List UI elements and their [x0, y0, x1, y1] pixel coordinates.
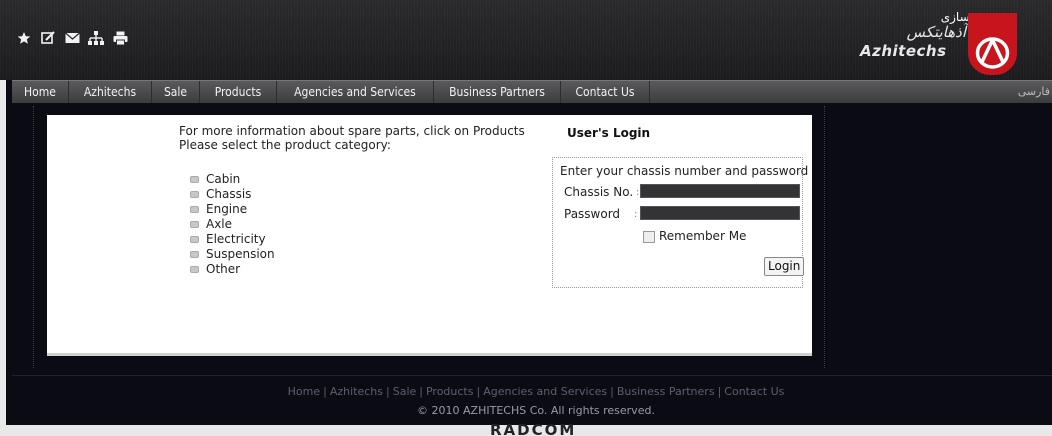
category-item-axle[interactable]: Axle	[190, 217, 275, 232]
footer-link-azhitechs[interactable]: Azhitechs	[330, 385, 383, 398]
copyright-text: © 2010 AZHITECHS Co. All rights reserved…	[417, 404, 655, 417]
edit-icon[interactable]	[40, 30, 56, 46]
footer-link-agencies[interactable]: Agencies and Services	[483, 385, 607, 398]
category-item-electricity[interactable]: Electricity	[190, 232, 275, 247]
footer-separator: |	[717, 385, 722, 398]
login-form: Enter your chassis number and password C…	[552, 157, 808, 288]
category-item-cabin[interactable]: Cabin	[190, 172, 275, 187]
footer-divider	[12, 375, 1052, 376]
password-label: Password	[564, 207, 621, 221]
nav-item-azhitechs[interactable]: Azhitechs	[69, 81, 152, 103]
nav-item-home[interactable]: Home	[12, 81, 69, 103]
category-item-engine[interactable]: Engine	[190, 202, 275, 217]
bullet-icon	[190, 221, 199, 228]
footer-links: Home | Azhitechs | Sale | Products | Agencies an…	[0, 385, 1052, 398]
bullet-icon	[190, 176, 199, 183]
footer-separator: |	[386, 385, 390, 398]
page: خودرو سازی آذهایتکس Azhitechs Home Azhit…	[0, 0, 1052, 436]
chassis-label: Chassis No.	[564, 185, 634, 199]
mail-icon[interactable]	[64, 30, 80, 46]
print-icon[interactable]	[112, 30, 128, 46]
footer-link-business-partners[interactable]: Business Partners	[617, 385, 715, 398]
category-label: Electricity	[206, 232, 266, 246]
remember-me-label[interactable]: Remember Me	[659, 229, 746, 243]
header-toolbar	[16, 30, 128, 46]
footer-separator: |	[419, 385, 423, 398]
logo-english-title[interactable]: Azhitechs	[860, 42, 947, 60]
category-item-other[interactable]: Other	[190, 262, 275, 277]
nav-item-products[interactable]: Products	[200, 81, 277, 103]
category-list: Cabin Chassis Engine Axle Electricity Su…	[190, 172, 275, 277]
footer-separator: |	[610, 385, 614, 398]
footer-separator: |	[323, 385, 327, 398]
footer-link-sale[interactable]: Sale	[393, 385, 417, 398]
nav-item-sale[interactable]: Sale	[152, 81, 200, 103]
nav-item-contact[interactable]: Contact Us	[561, 81, 650, 103]
logo-persian-title: آذهایتکس	[906, 23, 966, 41]
bullet-icon	[190, 236, 199, 243]
content-panel: For more information about spare parts, …	[47, 115, 812, 356]
bullet-icon	[190, 266, 199, 273]
footer-link-products[interactable]: Products	[426, 385, 474, 398]
chassis-number-input[interactable]	[640, 184, 800, 198]
favorite-star-icon[interactable]	[16, 30, 32, 46]
password-input[interactable]	[640, 206, 800, 220]
main-navigation: Home Azhitechs Sale Products Agencies an…	[12, 80, 1052, 103]
products-info: For more information about spare parts, …	[179, 124, 525, 152]
category-label: Engine	[206, 202, 248, 216]
bullet-icon	[190, 206, 199, 213]
site-header: خودرو سازی آذهایتکس Azhitechs	[0, 0, 1052, 80]
footer-separator: |	[476, 385, 481, 398]
footer-link-contact[interactable]: Contact Us	[724, 385, 784, 398]
bullet-icon	[190, 191, 199, 198]
remember-me-checkbox[interactable]	[643, 231, 655, 243]
chassis-colon: :	[636, 187, 640, 198]
designer-logo[interactable]: RADCOM	[490, 423, 576, 436]
brand-logo-icon[interactable]	[968, 13, 1017, 75]
footer-link-home[interactable]: Home	[288, 385, 320, 398]
category-item-suspension[interactable]: Suspension	[190, 247, 275, 262]
category-item-chassis[interactable]: Chassis	[190, 187, 275, 202]
password-colon: :	[634, 209, 638, 220]
nav-list: Home Azhitechs Sale Products Agencies an…	[12, 81, 650, 103]
nav-item-agencies[interactable]: Agencies and Services	[277, 81, 434, 103]
bullet-icon	[190, 251, 199, 258]
info-line-1: For more information about spare parts, …	[179, 124, 525, 138]
category-label: Suspension	[206, 247, 275, 261]
language-switch-link[interactable]: فارسی	[1018, 81, 1050, 103]
login-hint: Enter your chassis number and password	[560, 164, 809, 178]
category-label: Cabin	[206, 172, 241, 186]
category-label: Chassis	[206, 187, 252, 201]
category-label: Axle	[206, 217, 233, 231]
info-line-2: Please select the product category:	[179, 138, 391, 152]
login-button[interactable]: Login	[764, 257, 805, 276]
nav-item-business-partners[interactable]: Business Partners	[434, 81, 561, 103]
category-label: Other	[206, 262, 241, 276]
login-title: User's Login	[567, 126, 651, 140]
sitemap-icon[interactable]	[88, 30, 104, 46]
